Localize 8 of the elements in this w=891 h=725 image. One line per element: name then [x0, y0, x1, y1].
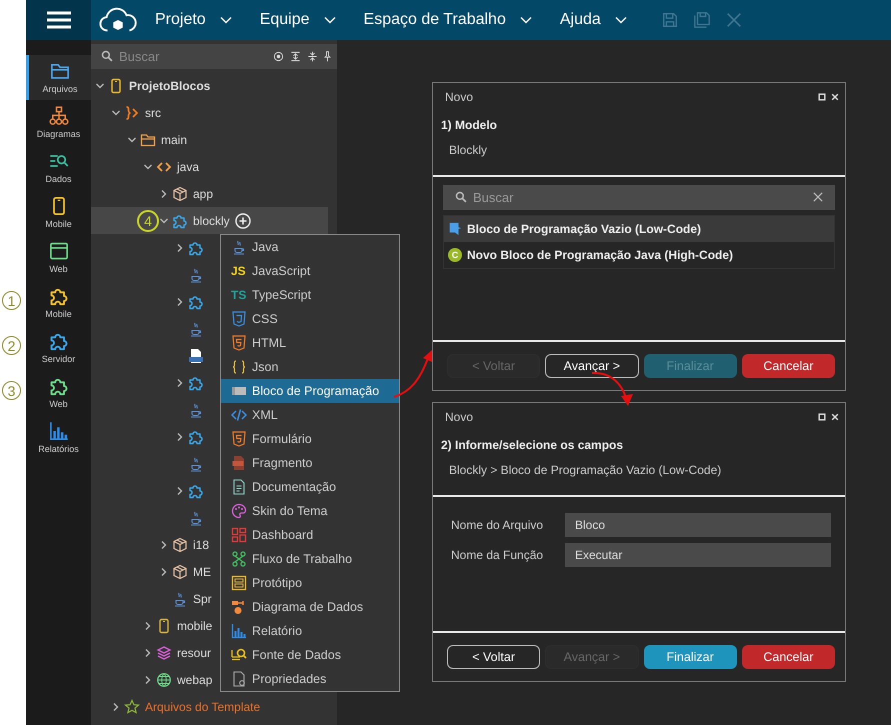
field-label: Nome da Função [450, 548, 544, 562]
class-icon: C [448, 248, 462, 262]
language-icon: JS [231, 264, 247, 278]
language-icon: TS [231, 288, 247, 302]
field-label: Nome do Arquivo [450, 518, 544, 532]
dialog-window: Novo 2) Informe/selecione os campos Blockly > Bloco de Programação Vazio (Low-Code) Nome do Arquivo Bloco Nome da Função Executar < Voltar Avançar > Finalizar Cancelar [432, 402, 846, 682]
step-badge: 4 [137, 210, 159, 232]
dialog-window: Novo 1) Modelo Blockly Buscar Bloco de Programação Vazio (Low-Code) C Novo Bloco de Programação Java (High-Code) < Voltar Avançar > Finalizar Cancelar [432, 82, 846, 391]
